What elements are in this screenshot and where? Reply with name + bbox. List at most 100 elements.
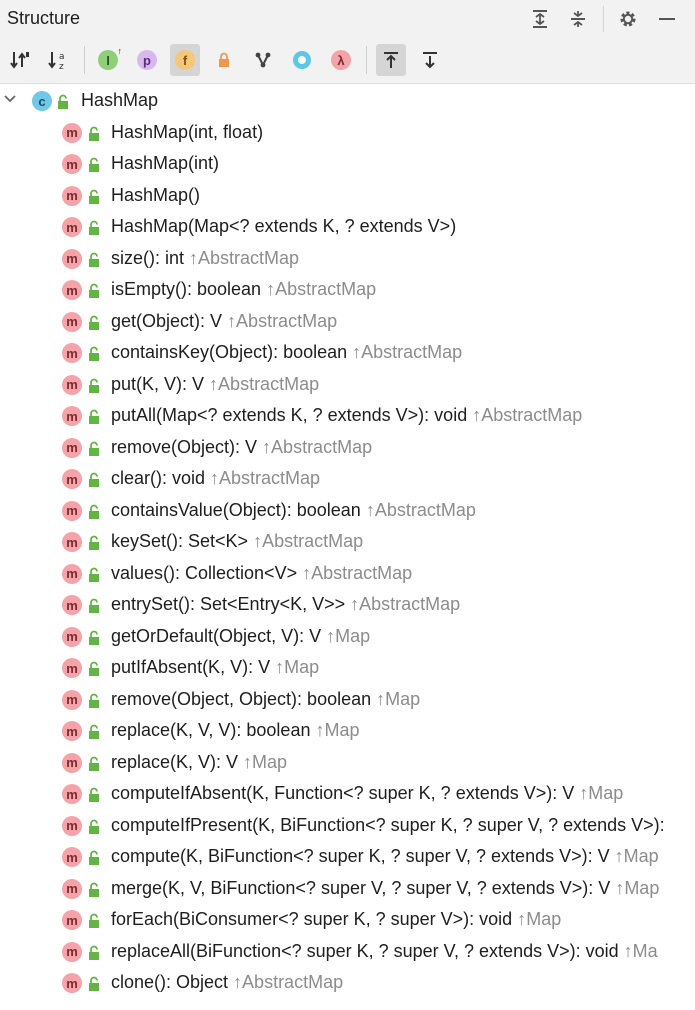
- method-signature: remove(Object, Object): boolean: [111, 688, 377, 709]
- hierarchy-icon[interactable]: [248, 44, 278, 76]
- public-lock-icon: [89, 724, 99, 739]
- method-signature: put(K, V): V: [111, 373, 210, 394]
- autoscroll-to-icon[interactable]: [376, 44, 406, 76]
- tree-method-row[interactable]: m HashMap(int): [0, 149, 695, 180]
- tree-method-row[interactable]: m replaceAll(BiFunction<? super K, ? supe…: [0, 937, 695, 968]
- method-label: remove(Object, Object): boolean ↑Map: [111, 689, 420, 710]
- method-label: clone(): Object ↑AbstractMap: [111, 972, 343, 993]
- tree-method-row[interactable]: m size(): int ↑AbstractMap: [0, 244, 695, 275]
- method-signature: replaceAll(BiFunction<? super K, ? super…: [111, 940, 624, 961]
- field-icon[interactable]: f: [170, 44, 200, 76]
- method-signature: entrySet(): Set<Entry<K, V>>: [111, 594, 351, 614]
- method-icon: m: [62, 217, 82, 237]
- gear-icon[interactable]: [617, 8, 639, 30]
- autoscroll-from-icon[interactable]: [415, 44, 445, 76]
- method-label: get(Object): V ↑AbstractMap: [111, 311, 337, 332]
- tree-method-row[interactable]: m getOrDefault(Object, V): V ↑Map: [0, 622, 695, 653]
- public-lock-icon: [89, 189, 99, 204]
- public-lock-icon: [89, 535, 99, 550]
- tree-method-row[interactable]: m replace(K, V, V): boolean ↑Map: [0, 716, 695, 747]
- lock-icon[interactable]: [209, 44, 239, 76]
- method-icon: m: [62, 815, 82, 836]
- method-icon: m: [62, 343, 82, 363]
- tree-method-row[interactable]: m remove(Object): V ↑AbstractMap: [0, 433, 695, 464]
- public-lock-icon: [89, 441, 99, 456]
- method-icon: m: [62, 973, 82, 993]
- inherited-from: ↑Map: [243, 751, 288, 772]
- method-signature: replace(K, V): V: [111, 751, 244, 772]
- method-label: entrySet(): Set<Entry<K, V>> ↑AbstractMa…: [111, 594, 460, 615]
- method-label: HashMap(int): [111, 153, 219, 174]
- method-icon: m: [62, 847, 82, 867]
- public-lock-icon: [89, 787, 99, 802]
- tree-method-row[interactable]: m merge(K, V, BiFunction<? super V, ? sup…: [0, 874, 695, 905]
- inherited-icon[interactable]: I ↑: [93, 44, 123, 76]
- method-label: size(): int ↑AbstractMap: [111, 248, 299, 269]
- method-label: clear(): void ↑AbstractMap: [111, 468, 320, 489]
- public-lock-icon: [89, 945, 99, 960]
- tree-method-row[interactable]: m computeIfPresent(K, BiFunction<? super …: [0, 811, 695, 842]
- tree-method-row[interactable]: m HashMap(Map<? extends K, ? extends V>): [0, 212, 695, 243]
- method-signature: containsKey(Object): boolean: [111, 342, 353, 362]
- method-signature: getOrDefault(Object, V): V: [111, 625, 327, 646]
- class-icon: c: [32, 91, 52, 111]
- method-label: HashMap(Map<? extends K, ? extends V>): [111, 216, 456, 237]
- tree-method-row[interactable]: m compute(K, BiFunction<? super K, ? supe…: [0, 842, 695, 873]
- method-icon: m: [62, 658, 82, 678]
- public-lock-icon: [89, 819, 99, 834]
- tree-method-row[interactable]: m HashMap(): [0, 181, 695, 212]
- tree-method-row[interactable]: m keySet(): Set<K> ↑AbstractMap: [0, 527, 695, 558]
- method-signature: HashMap(Map<? extends K, ? extends V>): [111, 216, 457, 236]
- chevron-down-icon[interactable]: [4, 92, 16, 110]
- structure-toolbar: az I ↑ p f λ: [0, 38, 695, 84]
- sort-visibility-icon[interactable]: [6, 44, 36, 76]
- method-icon: m: [62, 752, 82, 773]
- tree-method-row[interactable]: m clone(): Object ↑AbstractMap: [0, 968, 695, 999]
- method-label: containsKey(Object): boolean ↑AbstractMa…: [111, 342, 462, 363]
- tree-method-row[interactable]: m isEmpty(): boolean ↑AbstractMap: [0, 275, 695, 306]
- property-icon[interactable]: p: [132, 44, 162, 76]
- tree-method-row[interactable]: m replace(K, V): V ↑Map: [0, 748, 695, 779]
- method-label: HashMap(int, float): [111, 122, 263, 143]
- expand-all-icon[interactable]: [529, 8, 551, 30]
- tree-method-row[interactable]: m HashMap(int, float): [0, 118, 695, 149]
- tree-method-row[interactable]: m putIfAbsent(K, V): V ↑Map: [0, 653, 695, 684]
- method-icon: m: [62, 500, 82, 521]
- method-icon: m: [62, 122, 82, 143]
- public-lock-icon: [89, 661, 99, 676]
- inherited-from: ↑AbstractMap: [233, 972, 344, 992]
- method-icon: m: [62, 784, 82, 804]
- inherited-from: ↑Map: [615, 877, 660, 898]
- tree-method-row[interactable]: m values(): Collection<V> ↑AbstractMap: [0, 559, 695, 590]
- method-signature: computeIfPresent(K, BiFunction<? super K…: [111, 814, 665, 835]
- tree-method-row[interactable]: m containsKey(Object): boolean ↑AbstractM…: [0, 338, 695, 369]
- tree-root-hashmap[interactable]: c HashMap: [0, 86, 695, 117]
- inherited-from: ↑AbstractMap: [365, 499, 476, 520]
- lambda-icon[interactable]: λ: [326, 44, 356, 76]
- tree-method-row[interactable]: m computeIfAbsent(K, Function<? super K, …: [0, 779, 695, 810]
- tree-method-row[interactable]: m put(K, V): V ↑AbstractMap: [0, 370, 695, 401]
- inherited-from: ↑AbstractMap: [266, 279, 377, 299]
- minimize-icon[interactable]: [656, 8, 678, 30]
- tree-method-row[interactable]: m containsValue(Object): boolean ↑Abstrac…: [0, 496, 695, 527]
- method-label: forEach(BiConsumer<? super K, ? super V>…: [111, 909, 561, 930]
- public-lock-icon: [58, 94, 68, 109]
- tree-method-row[interactable]: m get(Object): V ↑AbstractMap: [0, 307, 695, 338]
- method-signature: keySet(): Set<K>: [111, 531, 254, 551]
- inherited-from: ↑Map: [326, 625, 371, 646]
- tree-method-row[interactable]: m forEach(BiConsumer<? super K, ? super V…: [0, 905, 695, 936]
- method-icon: m: [62, 469, 82, 489]
- public-lock-icon: [89, 976, 99, 991]
- collapse-all-icon[interactable]: [567, 8, 589, 30]
- method-signature: remove(Object): V: [111, 436, 263, 457]
- tree-method-row[interactable]: m remove(Object, Object): boolean ↑Map: [0, 685, 695, 716]
- tree-method-row[interactable]: m entrySet(): Set<Entry<K, V>> ↑AbstractM…: [0, 590, 695, 621]
- method-label: remove(Object): V ↑AbstractMap: [111, 437, 372, 458]
- anonymous-icon[interactable]: [287, 44, 317, 76]
- method-icon: m: [62, 689, 82, 710]
- inherited-from: ↑AbstractMap: [472, 405, 583, 425]
- sort-alpha-icon[interactable]: az: [44, 44, 74, 76]
- method-label: isEmpty(): boolean ↑AbstractMap: [111, 279, 376, 300]
- tree-method-row[interactable]: m clear(): void ↑AbstractMap: [0, 464, 695, 495]
- tree-method-row[interactable]: m putAll(Map<? extends K, ? extends V>): …: [0, 401, 695, 432]
